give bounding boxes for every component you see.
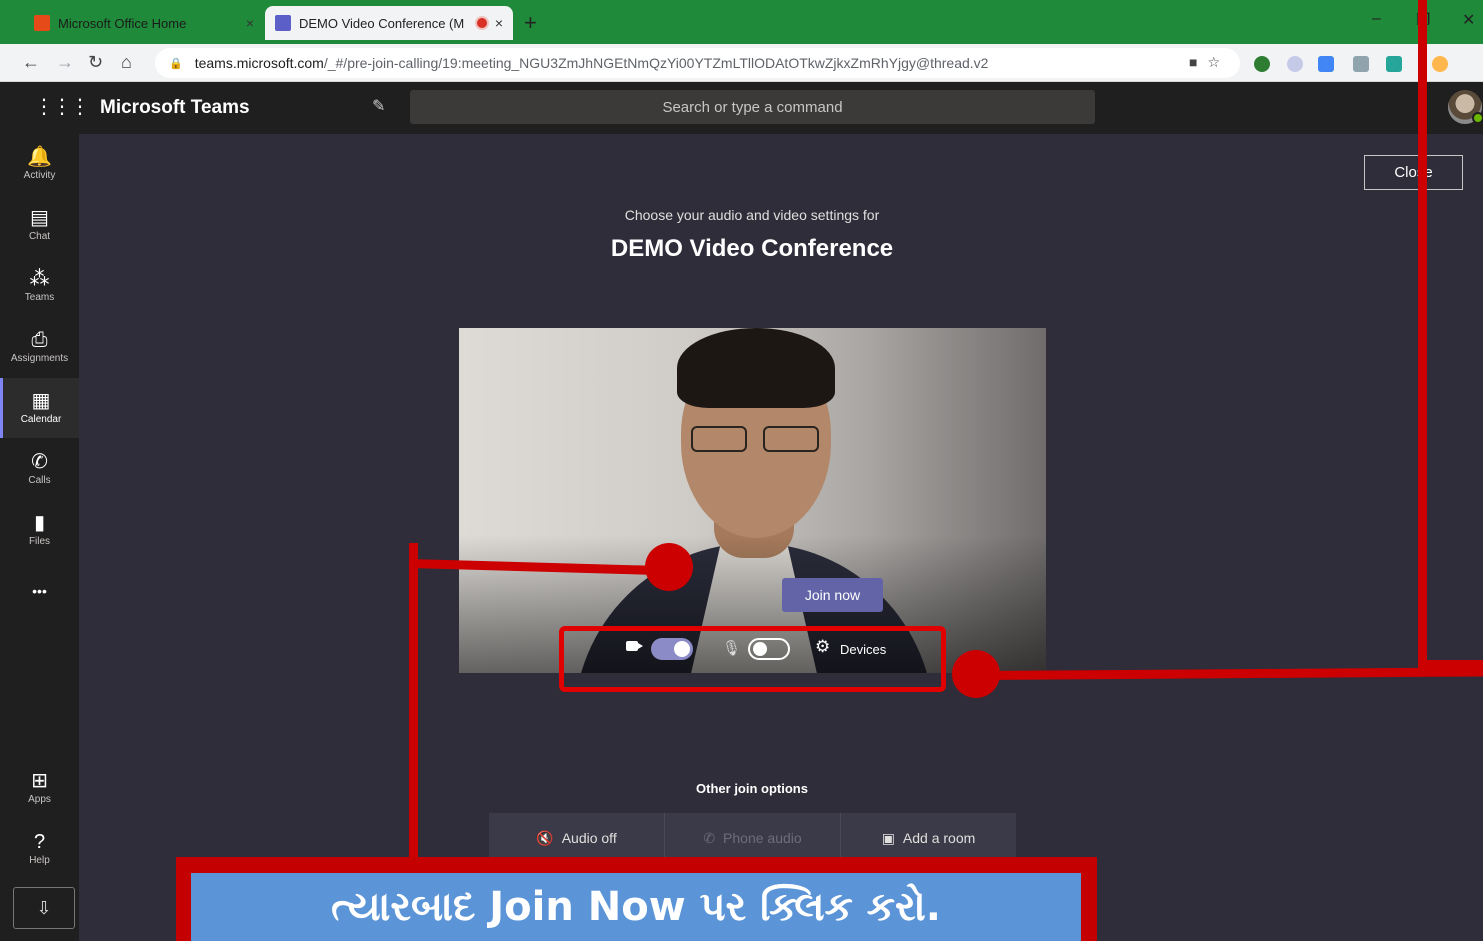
phone-audio-option[interactable]: ✆ Phone audio: [665, 813, 841, 863]
annotation-dot: [952, 650, 1000, 698]
caption-banner: ત્યારબાદ Join Now પર ક્લિક કરો.: [191, 873, 1081, 941]
option-label: Add a room: [902, 830, 976, 846]
rail-item-files[interactable]: ▮ Files: [0, 510, 79, 568]
option-label: Audio off: [561, 830, 617, 846]
meeting-title: DEMO Video Conference: [610, 235, 894, 262]
tab-title: Microsoft Office Home: [58, 15, 187, 31]
teams-logo-icon: [275, 15, 291, 31]
add-room-option[interactable]: ▣ Add a room: [841, 813, 1016, 863]
extension-icon[interactable]: [1287, 56, 1303, 72]
download-app-icon[interactable]: ⇩: [13, 887, 75, 929]
minimize-button[interactable]: –: [1372, 10, 1381, 28]
phone-icon: ✆: [703, 829, 716, 846]
annotation-line: [409, 543, 418, 863]
rail-item-apps[interactable]: ⊞ Apps: [0, 768, 79, 826]
rail-item-label: Apps: [28, 794, 51, 805]
url-path: /_#/pre-join-calling/19:meeting_NGU3ZmJh…: [323, 55, 989, 71]
prejoin-screen: Close Choose your audio and video settin…: [79, 134, 1483, 941]
home-button[interactable]: ⌂: [121, 52, 132, 73]
apps-icon: ⊞: [31, 770, 48, 792]
new-chat-icon[interactable]: ✎: [372, 96, 385, 116]
rail-item-assignments[interactable]: ⎙ Assignments: [0, 327, 79, 385]
rail-item-label: Teams: [24, 292, 55, 303]
speaker-off-icon: 🔇: [536, 829, 554, 846]
rail-item-label: Calls: [28, 475, 51, 486]
join-now-button[interactable]: Join now: [782, 578, 883, 612]
option-label: Phone audio: [723, 830, 802, 846]
rail-item-label: Files: [28, 536, 51, 547]
audio-off-option[interactable]: 🔇 Audio off: [489, 813, 665, 863]
rail-item-activity[interactable]: 🔔 Activity: [0, 144, 79, 202]
video-preview: Join now 🎙 ⚙ Devices: [459, 328, 1046, 673]
tab-close-icon[interactable]: ×: [246, 15, 254, 31]
lock-icon: 🔒: [169, 57, 183, 70]
rail-item-teams[interactable]: ⁂ Teams: [0, 266, 79, 324]
other-join-options-heading: Other join options: [696, 781, 808, 796]
rail-item-label: Chat: [28, 231, 51, 242]
teams-header: ⋮⋮⋮ Microsoft Teams ✎ Search or type a c…: [0, 82, 1483, 134]
teams-icon: ⁂: [29, 268, 50, 290]
app-title: Microsoft Teams: [100, 97, 250, 118]
rail-item-label: Activity: [23, 170, 56, 181]
other-join-options: 🔇 Audio off ✆ Phone audio ▣ Add a room: [489, 813, 1016, 863]
ellipsis-icon: •••: [32, 583, 47, 599]
tab-office-home[interactable]: Microsoft Office Home ×: [24, 6, 264, 40]
assignments-icon: ⎙: [31, 329, 48, 351]
office-logo-icon: [34, 15, 50, 31]
rail-item-calls[interactable]: ✆ Calls: [0, 449, 79, 507]
profile-avatar-icon[interactable]: [1432, 56, 1448, 72]
close-button[interactable]: Close: [1364, 155, 1463, 190]
user-avatar[interactable]: [1448, 90, 1483, 124]
tab-demo-conference[interactable]: DEMO Video Conference (M ×: [265, 6, 513, 40]
back-button[interactable]: ←: [22, 52, 40, 73]
extension-icon[interactable]: [1353, 56, 1369, 72]
search-input[interactable]: Search or type a command: [410, 90, 1095, 124]
rail-item-calendar[interactable]: ▦ Calendar: [0, 378, 79, 438]
chat-icon: ▤: [30, 207, 49, 229]
browser-tab-strip: Microsoft Office Home × DEMO Video Confe…: [0, 0, 1483, 44]
rail-item-chat[interactable]: ▤ Chat: [0, 205, 79, 263]
files-icon: ▮: [33, 512, 45, 534]
reload-button[interactable]: ↻: [88, 52, 103, 73]
recording-indicator-icon: [476, 18, 487, 28]
cast-icon: ▣: [881, 829, 895, 846]
presence-available-icon: [1472, 112, 1483, 124]
help-icon: ?: [33, 831, 46, 853]
translate-extension-icon[interactable]: [1318, 56, 1334, 72]
url-field[interactable]: 🔒 teams.microsoft.com/_#/pre-join-callin…: [155, 48, 1240, 78]
more-apps-button[interactable]: •••: [0, 578, 79, 636]
phone-icon: ✆: [31, 451, 48, 473]
preview-shade: [459, 328, 1046, 673]
forward-button[interactable]: →: [56, 52, 74, 73]
calendar-icon: ▦: [31, 390, 51, 412]
app-rail: 🔔 Activity ▤ Chat ⁂ Teams ⎙ Assignments …: [0, 134, 79, 941]
app-launcher-icon[interactable]: ⋮⋮⋮: [34, 94, 90, 119]
extension-icon[interactable]: [1386, 56, 1402, 72]
rail-item-label: Help: [29, 855, 50, 866]
new-tab-button[interactable]: +: [524, 10, 537, 36]
address-bar-row: ← → ↻ ⌂ 🔒 teams.microsoft.com/_#/pre-joi…: [0, 44, 1483, 82]
annotation-highlight-box: [559, 626, 946, 692]
rail-item-label: Calendar: [20, 414, 62, 425]
tab-title: DEMO Video Conference (M: [299, 15, 465, 31]
bell-icon: 🔔: [27, 146, 52, 168]
annotation-line: [1418, 0, 1427, 668]
extension-icon[interactable]: [1254, 56, 1270, 72]
rail-item-help[interactable]: ? Help: [0, 829, 79, 887]
omnibox-icons[interactable]: ■☆: [1189, 54, 1230, 71]
window-close-button[interactable]: ✕: [1462, 10, 1475, 30]
tab-close-icon[interactable]: ×: [495, 15, 503, 31]
prejoin-subtitle: Choose your audio and video settings for: [624, 207, 880, 223]
annotation-dot: [645, 543, 693, 591]
url-host: teams.microsoft.com: [194, 55, 324, 71]
rail-item-label: Assignments: [10, 353, 69, 364]
